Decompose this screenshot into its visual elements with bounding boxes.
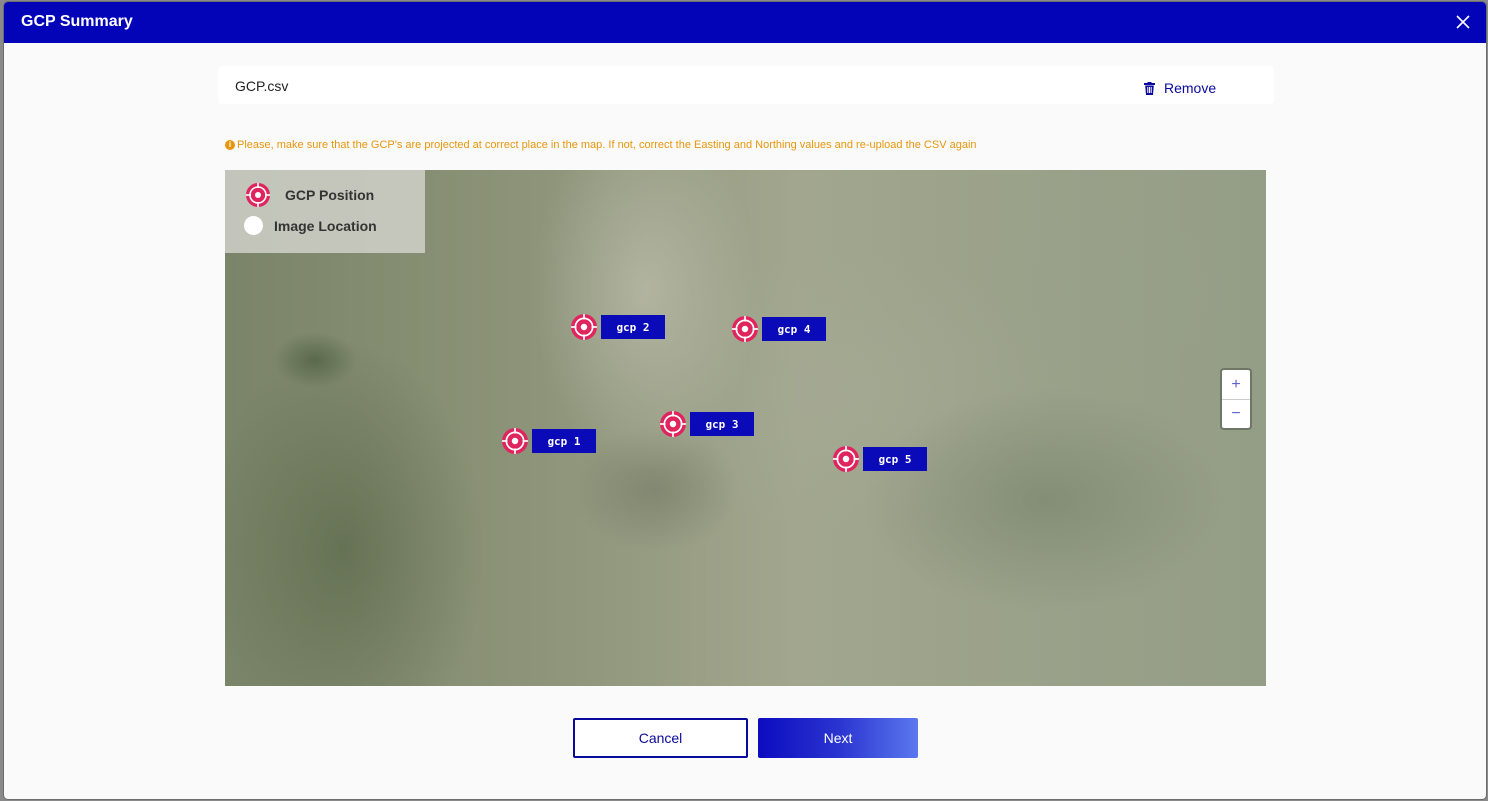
gcp-target-icon	[571, 314, 597, 340]
gcp-marker[interactable]: gcp 2	[570, 313, 665, 341]
zoom-in-button[interactable]: +	[1222, 370, 1250, 399]
gcp-target-icon	[660, 411, 686, 437]
remove-file-button[interactable]: Remove	[1144, 79, 1216, 97]
zoom-out-button[interactable]: −	[1222, 399, 1250, 428]
gcp-label: gcp 2	[601, 315, 665, 339]
legend-image-location: Image Location	[244, 216, 377, 235]
gcp-map[interactable]: GCP Position Image Location gcp 1 gcp 2 …	[225, 170, 1266, 686]
remove-label: Remove	[1164, 80, 1217, 96]
gcp-target-icon	[502, 428, 528, 454]
gcp-marker[interactable]: gcp 5	[832, 445, 927, 473]
image-location-dot-icon	[244, 216, 263, 235]
gcp-label: gcp 4	[762, 317, 826, 341]
gcp-marker[interactable]: gcp 3	[659, 410, 754, 438]
gcp-target-icon	[732, 316, 758, 342]
close-icon[interactable]	[1452, 11, 1474, 33]
next-button[interactable]: Next	[758, 718, 918, 758]
gcp-summary-dialog: GCP Summary GCP.csv Remove i Please, mak…	[4, 2, 1486, 799]
uploaded-file-row: GCP.csv Remove	[218, 66, 1274, 104]
legend-gcp-label: GCP Position	[285, 187, 375, 203]
notice-text: Please, make sure that the GCP's are pro…	[237, 139, 977, 151]
dialog-header: GCP Summary	[4, 2, 1486, 43]
gcp-marker[interactable]: gcp 4	[731, 315, 826, 343]
zoom-control: + −	[1222, 370, 1250, 428]
map-legend: GCP Position Image Location	[225, 170, 425, 253]
trash-icon	[1144, 81, 1155, 95]
gcp-label: gcp 3	[690, 412, 754, 436]
legend-gcp-position: GCP Position	[245, 182, 374, 208]
file-name: GCP.csv	[235, 78, 289, 94]
dialog-title: GCP Summary	[21, 13, 133, 30]
gcp-marker[interactable]: gcp 1	[501, 427, 596, 455]
info-icon: i	[225, 140, 235, 150]
legend-image-label: Image Location	[274, 217, 377, 234]
gcp-label: gcp 5	[863, 447, 927, 471]
gcp-target-icon	[246, 183, 270, 207]
projection-notice: i Please, make sure that the GCP's are p…	[225, 139, 977, 151]
gcp-target-icon	[833, 446, 859, 472]
cancel-button[interactable]: Cancel	[573, 718, 748, 758]
gcp-label: gcp 1	[532, 429, 596, 453]
